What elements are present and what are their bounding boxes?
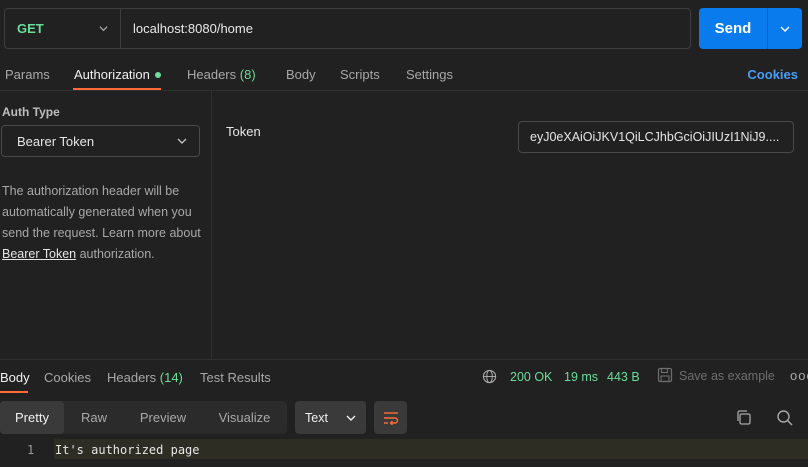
response-tab-body[interactable]: Body	[0, 370, 30, 385]
view-visualize[interactable]: Visualize	[202, 401, 287, 434]
tab-headers-label: Headers	[187, 67, 237, 82]
chevron-down-icon	[177, 138, 187, 144]
request-url-bar: GET localhost:8080/home	[4, 8, 691, 49]
response-tab-cookies[interactable]: Cookies	[44, 370, 91, 385]
tab-authorization-label: Authorization	[74, 67, 150, 82]
language-value: Text	[305, 410, 328, 425]
view-preview[interactable]: Preview	[124, 401, 202, 434]
code-line: 1 It's authorized page	[0, 439, 808, 459]
view-raw[interactable]: Raw	[64, 401, 124, 434]
save-as-example-button[interactable]: Save as example	[679, 369, 775, 383]
auth-description-text: The authorization header will be automat…	[2, 184, 201, 240]
active-response-tab-underline	[0, 391, 28, 393]
tab-headers[interactable]: Headers (8)	[187, 67, 256, 82]
copy-icon[interactable]	[735, 409, 752, 426]
language-select[interactable]: Text	[295, 401, 366, 434]
view-pretty[interactable]: Pretty	[0, 401, 64, 434]
cookies-link[interactable]: Cookies	[747, 67, 798, 82]
response-size[interactable]: 443 B	[607, 370, 640, 384]
status-code[interactable]: 200 OK	[510, 370, 552, 384]
token-label: Token	[226, 124, 261, 139]
tab-params[interactable]: Params	[5, 67, 50, 82]
active-indicator-dot	[154, 72, 161, 78]
tab-settings[interactable]: Settings	[406, 67, 453, 82]
line-content: It's authorized page	[55, 443, 200, 457]
save-icon	[657, 367, 673, 383]
auth-description: The authorization header will be automat…	[2, 181, 207, 265]
send-button[interactable]: Send	[699, 8, 768, 49]
response-format-bar: Pretty Raw Preview Visualize Text	[0, 400, 808, 434]
globe-icon[interactable]	[482, 369, 497, 384]
auth-settings-pane: Auth Type Bearer Token The authorization…	[0, 91, 212, 359]
line-number: 1	[27, 443, 35, 457]
method-select[interactable]: GET	[5, 9, 121, 48]
method-label: GET	[17, 21, 44, 36]
auth-type-value: Bearer Token	[17, 133, 95, 149]
send-options-button[interactable]	[768, 8, 802, 49]
response-tab-test-results[interactable]: Test Results	[200, 370, 271, 385]
bearer-token-link[interactable]: Bearer Token	[2, 247, 76, 261]
response-tabs: Body Cookies Headers (14) Test Results 2…	[0, 359, 808, 393]
chevron-down-icon	[99, 26, 108, 32]
response-tab-headers-label: Headers	[107, 370, 157, 385]
send-button-group: Send	[699, 8, 802, 49]
response-body-editor[interactable]: 1 It's authorized page	[0, 436, 808, 467]
auth-type-select[interactable]: Bearer Token	[1, 125, 200, 157]
auth-description-end: authorization.	[76, 247, 155, 261]
tab-authorization[interactable]: Authorization	[74, 67, 161, 82]
headers-count: (8)	[239, 67, 256, 82]
response-tab-headers[interactable]: Headers (14)	[107, 370, 183, 385]
view-mode-segmented-control: Pretty Raw Preview Visualize	[0, 401, 287, 434]
wrap-lines-button[interactable]	[374, 401, 407, 434]
request-tabs: Params Authorization Headers (8) Body Sc…	[0, 58, 808, 91]
response-headers-count: (14)	[159, 370, 183, 385]
token-input[interactable]: eyJ0eXAiOiJKV1QiLCJhbGciOiJIUzI1NiJ9....	[518, 121, 794, 153]
tab-scripts[interactable]: Scripts	[340, 67, 380, 82]
wrap-lines-icon	[383, 411, 398, 425]
url-input[interactable]: localhost:8080/home	[121, 21, 690, 36]
active-tab-underline	[73, 88, 161, 90]
auth-type-label: Auth Type	[2, 105, 60, 119]
search-icon[interactable]	[776, 409, 793, 426]
chevron-down-icon	[780, 26, 790, 32]
more-options-button[interactable]: ooo	[790, 368, 808, 383]
response-time[interactable]: 19 ms	[564, 370, 598, 384]
chevron-down-icon	[346, 415, 356, 421]
tab-body[interactable]: Body	[286, 67, 316, 82]
